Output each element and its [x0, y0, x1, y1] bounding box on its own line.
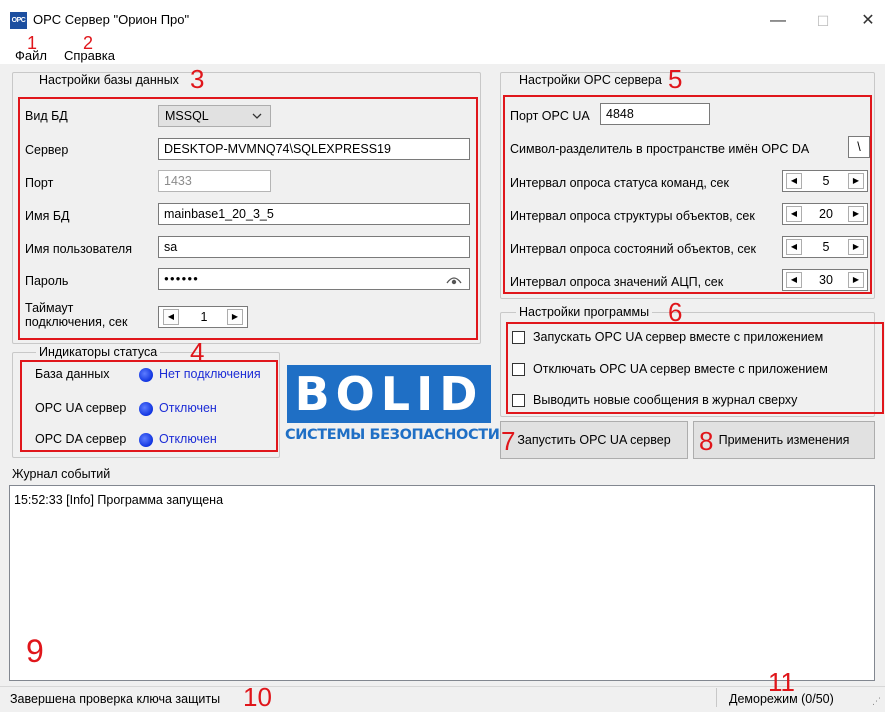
annotation-9: 9 — [26, 633, 44, 669]
timeout-increment-button[interactable]: ▶ — [227, 309, 243, 325]
ua-port-label: Порт OPC UA — [510, 109, 590, 123]
struct-interval-stepper[interactable]: ◀ 20 ▶ — [782, 203, 868, 225]
menu-bar — [0, 40, 885, 64]
opt3-label[interactable]: Выводить новые сообщения в журнал сверху — [533, 393, 797, 407]
app-icon: OPC — [10, 12, 27, 29]
annotation-5: 5 — [668, 64, 683, 94]
cmd-interval-increment-button[interactable]: ▶ — [848, 173, 864, 189]
apply-changes-button[interactable]: Применить изменения — [693, 421, 875, 459]
db-type-value: MSSQL — [165, 109, 209, 123]
annotation-2: 2 — [83, 33, 94, 53]
apply-changes-label: Применить изменения — [718, 433, 850, 447]
annotation-10: 10 — [243, 682, 272, 712]
program-settings-title: Настройки программы — [516, 305, 653, 319]
cmd-interval-stepper[interactable]: ◀ 5 ▶ — [782, 170, 868, 192]
db-settings-title: Настройки базы данных — [36, 73, 182, 87]
status-da-value: Отключен — [159, 432, 217, 446]
state-interval-label: Интервал опроса состояний объектов, сек — [510, 242, 756, 256]
chevron-down-icon — [252, 113, 262, 119]
opt2-label[interactable]: Отключать OPC UA сервер вместе с приложе… — [533, 362, 828, 376]
adc-interval-label: Интервал опроса значений АЦП, сек — [510, 275, 724, 289]
statusbar-divider — [716, 688, 717, 707]
bolid-logo: BOLID СИСТЕМЫ БЕЗОПАСНОСТИ — [285, 365, 500, 451]
struct-interval-increment-button[interactable]: ▶ — [848, 206, 864, 222]
state-interval-increment-button[interactable]: ▶ — [848, 239, 864, 255]
annotation-8: 8 — [699, 426, 714, 456]
struct-interval-label: Интервал опроса структуры объектов, сек — [510, 209, 755, 223]
statusbar-message: Завершена проверка ключа защиты — [10, 692, 221, 706]
logo-subtitle: СИСТЕМЫ БЕЗОПАСНОСТИ — [285, 427, 500, 443]
journal-title: Журнал событий — [12, 467, 111, 481]
server-input[interactable]: DESKTOP-MVMNQ74\SQLEXPRESS19 — [158, 138, 470, 160]
port-input[interactable]: 1433 — [158, 170, 271, 192]
window-title: OPC Сервер "Орион Про" — [33, 12, 190, 27]
server-label: Сервер — [25, 143, 69, 157]
port-label: Порт — [25, 176, 54, 190]
cmd-interval-decrement-button[interactable]: ◀ — [786, 173, 802, 189]
opt1-checkbox[interactable] — [512, 331, 525, 344]
opt1-label[interactable]: Запускать OPC UA сервер вместе с приложе… — [533, 330, 823, 344]
user-input[interactable]: sa — [158, 236, 470, 258]
start-ua-server-button[interactable]: Запустить OPC UA сервер — [500, 421, 688, 459]
db-type-select[interactable]: MSSQL — [158, 105, 271, 127]
timeout-value: 1 — [200, 310, 208, 324]
password-label: Пароль — [25, 274, 69, 288]
status-ua-label: OPC UA сервер — [35, 401, 127, 415]
logo-text: BOLID — [294, 367, 484, 421]
db-name-input[interactable]: mainbase1_20_3_5 — [158, 203, 470, 225]
adc-interval-stepper[interactable]: ◀ 30 ▶ — [782, 269, 868, 291]
db-name-label: Имя БД — [25, 209, 70, 223]
separator-label: Символ-разделитель в пространстве имён O… — [510, 142, 810, 156]
status-db-value: Нет подключения — [159, 367, 261, 381]
journal-log[interactable]: 15:52:33 [Info] Программа запущена 9 — [9, 485, 875, 681]
adc-interval-increment-button[interactable]: ▶ — [848, 272, 864, 288]
timeout-label-line2: подключения, сек — [25, 315, 128, 329]
start-ua-server-label: Запустить OPC UA сервер — [517, 433, 671, 447]
annotation-7: 7 — [501, 426, 516, 456]
status-db-label: База данных — [35, 367, 110, 381]
adc-interval-value: 30 — [819, 273, 833, 287]
ua-port-input[interactable]: 4848 — [600, 103, 710, 125]
opt2-checkbox[interactable] — [512, 363, 525, 376]
status-title: Индикаторы статуса — [36, 345, 161, 359]
minimize-button[interactable]: — — [763, 8, 793, 34]
timeout-decrement-button[interactable]: ◀ — [163, 309, 179, 325]
annotation-11: 11 — [768, 667, 795, 697]
struct-interval-value: 20 — [819, 207, 833, 221]
state-interval-decrement-button[interactable]: ◀ — [786, 239, 802, 255]
annotation-3: 3 — [190, 64, 205, 94]
cmd-interval-label: Интервал опроса статуса команд, сек — [510, 176, 729, 190]
state-interval-value: 5 — [822, 240, 830, 254]
adc-interval-decrement-button[interactable]: ◀ — [786, 272, 802, 288]
resize-grip-icon[interactable]: ⋰ — [872, 696, 881, 707]
state-interval-stepper[interactable]: ◀ 5 ▶ — [782, 236, 868, 258]
status-ua-indicator — [139, 402, 153, 416]
cmd-interval-value: 5 — [822, 174, 830, 188]
close-button[interactable]: ✕ — [853, 8, 883, 34]
struct-interval-decrement-button[interactable]: ◀ — [786, 206, 802, 222]
status-da-indicator — [139, 433, 153, 447]
journal-entry: 15:52:33 [Info] Программа запущена — [14, 493, 224, 507]
separator-input[interactable]: \ — [848, 136, 870, 158]
timeout-label-line1: Таймаут — [25, 301, 74, 315]
maximize-button[interactable]: ☐ — [808, 8, 838, 34]
password-input[interactable]: ●●●●●● — [158, 268, 470, 290]
opc-settings-title: Настройки OPC сервера — [516, 73, 665, 87]
status-da-label: OPC DA сервер — [35, 432, 127, 446]
status-db-indicator — [139, 368, 153, 382]
user-label: Имя пользователя — [25, 242, 132, 256]
db-type-label: Вид БД — [25, 109, 68, 123]
status-ua-value: Отключен — [159, 401, 217, 415]
timeout-stepper[interactable]: ◀ 1 ▶ — [158, 306, 248, 328]
eye-icon[interactable] — [446, 273, 462, 285]
annotation-1: 1 — [27, 33, 38, 53]
timeout-label: Таймаут подключения, сек — [25, 301, 127, 329]
opt3-checkbox[interactable] — [512, 394, 525, 407]
